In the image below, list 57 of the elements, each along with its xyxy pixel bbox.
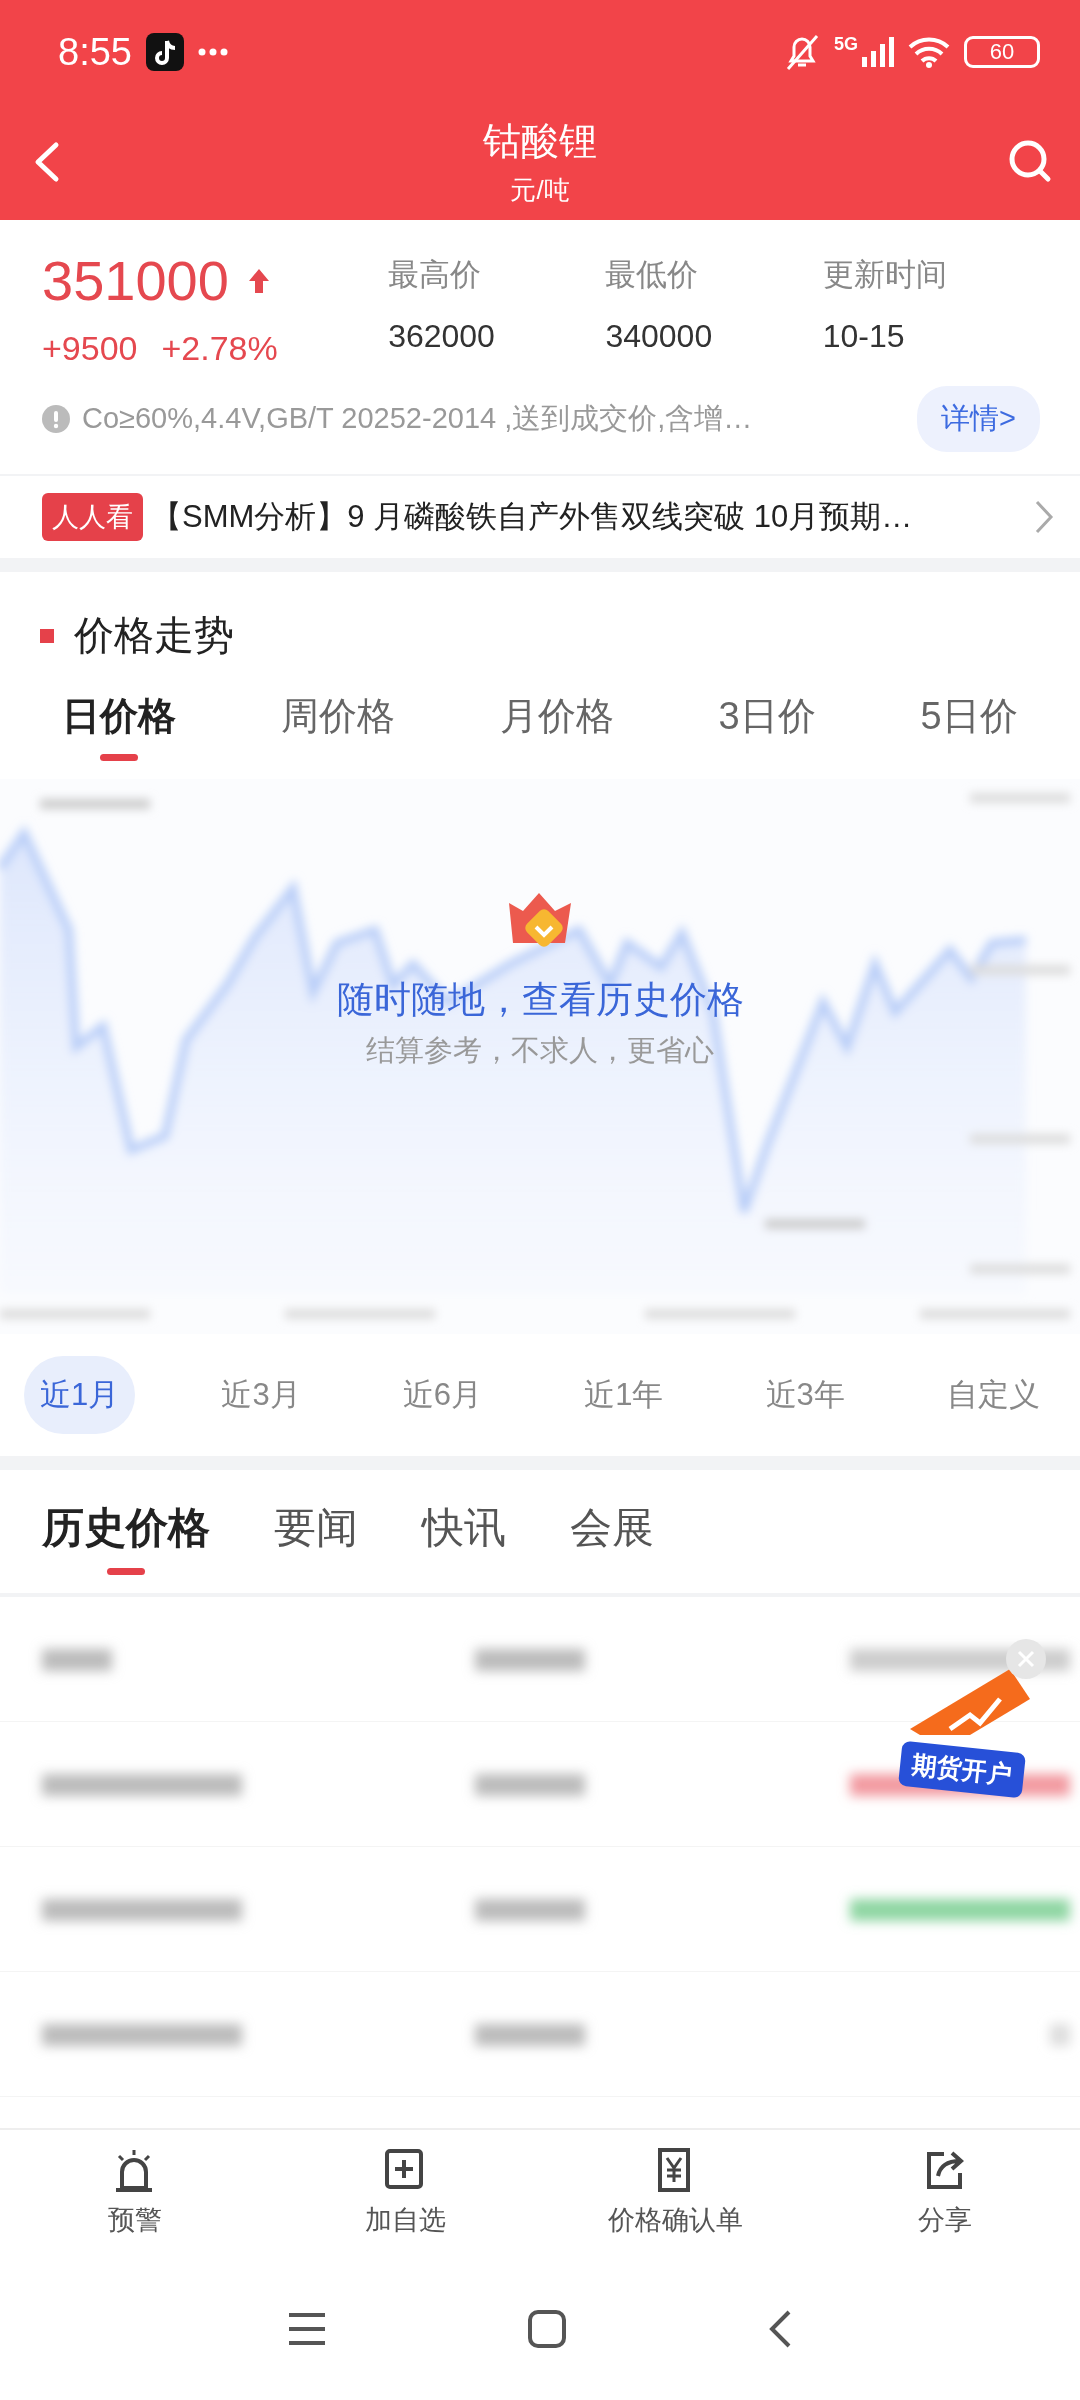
blurred-text [42,1649,112,1671]
section-tab[interactable]: 会展 [570,1500,654,1575]
period-tab[interactable]: 周价格 [281,691,396,761]
range-tab[interactable]: 近1月 [24,1356,136,1434]
battery-icon: 60 [964,36,1040,68]
details-button[interactable]: 详情> [917,386,1040,452]
stat-label: 更新时间 [822,256,948,294]
promo-subtitle: 结算参考，不求人，更省心 [366,1033,714,1068]
app-icon [145,33,184,71]
signal-icon [862,37,894,67]
nav-button[interactable]: 价格确认单 [540,2130,810,2258]
period-tab[interactable]: 5日价 [920,691,1018,761]
status-time: 8:55 [58,30,132,74]
add-icon [384,2148,426,2192]
nav-button[interactable]: 加自选 [270,2130,540,2258]
more-icon [197,48,228,56]
menu-icon[interactable] [287,2311,327,2347]
page-title: 钴酸锂 [483,119,597,164]
stat-label: 最低价 [605,256,700,294]
period-tab[interactable]: 日价格 [62,691,177,761]
section-tab[interactable]: 快讯 [422,1500,506,1575]
wifi-icon [908,36,950,68]
info-icon [42,405,70,433]
nav-button[interactable]: 分享 [810,2130,1080,2258]
unit-label: 元/吨 [510,174,570,207]
promo-title: 随时随地，查看历史价格 [336,978,744,1022]
close-button[interactable] [1006,1639,1046,1679]
home-icon[interactable] [527,2309,567,2349]
stat-value: 10-15 [822,318,906,355]
news-headline[interactable]: 【SMM分析】9 月磷酸铁自产外售双线突破 10月预期… [151,496,1026,538]
change-value: +9500 [42,329,138,368]
back-icon[interactable] [767,2309,793,2349]
section-tab[interactable]: 要闻 [274,1500,358,1575]
price-value: 351000 [42,248,229,313]
range-tab[interactable]: 近1年 [568,1356,680,1434]
nav-button[interactable]: 预警 [0,2130,270,2258]
stat-value: 340000 [605,318,714,355]
section-marker [40,628,54,643]
stat-label: 最高价 [388,256,483,294]
stat-value: 362000 [388,318,496,355]
up-arrow-icon [248,268,269,293]
range-tab[interactable]: 近3月 [205,1356,317,1434]
section-title: 价格走势 [74,612,234,659]
network-label: 5G [834,34,858,55]
blurred-text [1050,2024,1070,2046]
period-tab[interactable]: 3日价 [718,691,816,761]
spec-note: Co≥60%,4.4V,GB/T 20252-2014 ,送到成交价,含增… [82,401,754,436]
promo-badge[interactable]: 期货开户 [898,1740,1026,1799]
muted-bell-icon [784,33,820,71]
chevron-right-icon[interactable] [1034,499,1054,535]
range-tab[interactable]: 自定义 [930,1356,1056,1434]
range-tab[interactable]: 近6月 [386,1356,499,1434]
section-tab[interactable]: 历史价格 [42,1500,210,1575]
news-tag: 人人看 [42,493,143,541]
range-tab[interactable]: 近3年 [749,1356,861,1434]
period-tab[interactable]: 月价格 [499,691,614,761]
change-percent: +2.78% [161,329,278,368]
